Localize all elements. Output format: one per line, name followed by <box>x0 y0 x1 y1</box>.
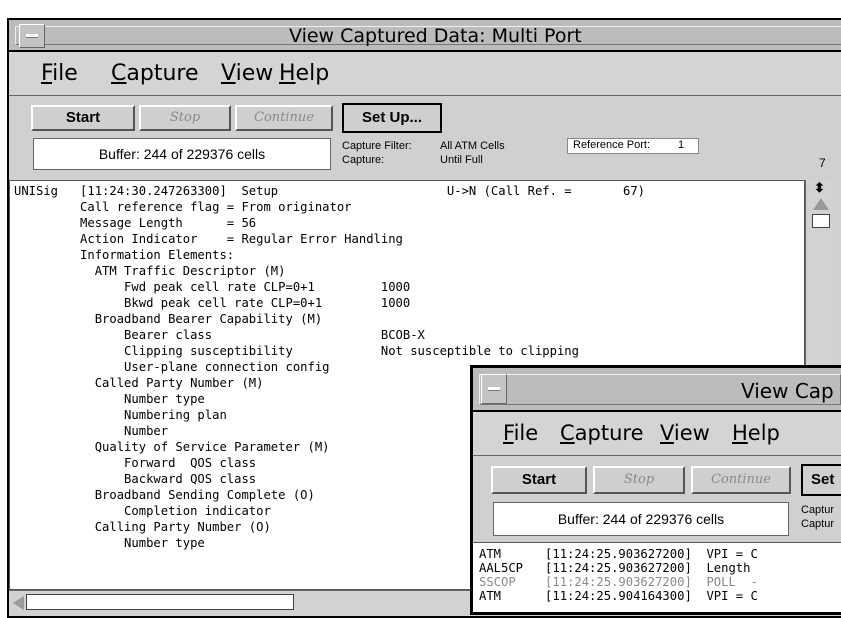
second-menu-capture[interactable]: Capture <box>560 421 644 445</box>
reference-port-value: 1 <box>678 139 685 151</box>
second-decode-pane[interactable]: ATM [11:24:25.903627200] VPI = C AAL5CP [… <box>473 542 841 612</box>
scroll-top-icon[interactable]: ⬍ <box>814 181 825 194</box>
decode-line: Action Indicator = Regular Error Handlin… <box>14 232 403 246</box>
second-buffer-status: Buffer: 244 of 229376 cells <box>493 502 789 536</box>
second-start-button[interactable]: Start <box>491 466 587 494</box>
decode-line: Broadband Bearer Capability (M) <box>14 312 323 326</box>
second-menu-file[interactable]: File <box>503 421 538 445</box>
decode-line: Bkwd peak cell rate CLP=0+1 1000 <box>14 296 411 310</box>
second-setup-button[interactable]: Set <box>801 464 841 496</box>
decode-line: Bearer class BCOB-X <box>14 328 425 342</box>
second-window-menu-icon <box>488 387 500 391</box>
second-title-bar[interactable]: View Cap <box>473 368 841 412</box>
decode-line: Number <box>14 424 169 438</box>
record-counter: 7 <box>819 156 826 170</box>
decode-line: Number type <box>14 536 205 550</box>
capture-filter-label: Capture Filter: <box>342 140 412 152</box>
second-menu-bar: File Capture View Help <box>473 412 841 456</box>
menu-capture[interactable]: Capture <box>111 61 199 86</box>
menu-help[interactable]: Help <box>279 61 329 86</box>
decode-line: Forward QOS class <box>14 456 257 470</box>
reference-port-label: Reference Port: <box>573 139 651 151</box>
scroll-left-arrow-icon[interactable] <box>13 596 24 610</box>
decode-line: ATM Traffic Descriptor (M) <box>14 264 286 278</box>
window-menu-icon <box>26 34 38 38</box>
packet-list-row[interactable]: ATM [11:24:25.903627200] VPI = C <box>479 547 758 561</box>
second-stop-button[interactable]: Stop <box>593 466 685 494</box>
decode-line: Calling Party Number (O) <box>14 520 271 534</box>
second-window: View Cap File Capture View Help Start St… <box>470 365 841 615</box>
decode-line: Information Elements: <box>14 248 235 262</box>
menu-view[interactable]: View <box>221 61 273 86</box>
capture-filter-value: All ATM Cells <box>440 140 505 152</box>
decode-line: Message Length = 56 <box>14 216 257 230</box>
packet-list-row[interactable]: SSCOP [11:24:25.903627200] POLL - <box>479 575 758 589</box>
decode-line: Numbering plan <box>14 408 227 422</box>
decode-line: Broadband Sending Complete (O) <box>14 488 315 502</box>
second-continue-button[interactable]: Continue <box>691 466 791 494</box>
buffer-status: Buffer: 244 of 229376 cells <box>33 138 331 170</box>
second-window-menu-button[interactable] <box>481 374 507 404</box>
scroll-up-arrow-icon[interactable] <box>813 198 829 210</box>
second-menu-view[interactable]: View <box>660 421 710 445</box>
second-capture-filter-label: Captur <box>801 504 835 516</box>
decode-line: Backward QOS class <box>14 472 257 486</box>
capture-label: Capture: <box>342 154 385 166</box>
decode-line: User-plane connection config <box>14 360 330 374</box>
horizontal-scroll-thumb[interactable] <box>26 594 294 610</box>
second-capture-label: Captur <box>801 518 835 530</box>
decode-line: Completion indicator <box>14 504 271 518</box>
start-button[interactable]: Start <box>31 105 135 131</box>
stop-button[interactable]: Stop <box>139 105 231 131</box>
second-menu-help[interactable]: Help <box>732 421 780 445</box>
decode-line: Call reference flag = From originator <box>14 200 352 214</box>
main-toolbar: Start Stop Continue Set Up... Buffer: 24… <box>9 96 841 180</box>
main-title-bar[interactable]: View Captured Data: Multi Port <box>9 20 841 52</box>
packet-list-row[interactable]: ATM [11:24:25.904164300] VPI = C <box>479 589 758 603</box>
decode-line: UNISig [11:24:30.247263300] Setup U->N (… <box>14 184 646 198</box>
decode-line: Number type <box>14 392 205 406</box>
main-menu-bar: File Capture View Help <box>9 52 841 96</box>
continue-button[interactable]: Continue <box>235 105 333 131</box>
setup-button[interactable]: Set Up... <box>342 103 442 133</box>
vertical-scroll-thumb[interactable] <box>812 214 830 228</box>
packet-list-row[interactable]: AAL5CP [11:24:25.903627200] Length <box>479 561 751 575</box>
window-menu-button[interactable] <box>19 24 45 48</box>
menu-file[interactable]: File <box>41 61 78 86</box>
decode-line: Quality of Service Parameter (M) <box>14 440 330 454</box>
capture-value: Until Full <box>440 154 483 166</box>
second-window-title: View Cap <box>741 379 834 403</box>
window-title: View Captured Data: Multi Port <box>289 25 582 47</box>
decode-line: Called Party Number (M) <box>14 376 264 390</box>
decode-line: Fwd peak cell rate CLP=0+1 1000 <box>14 280 411 294</box>
decode-line: Clipping susceptibility Not susceptible … <box>14 344 579 358</box>
second-toolbar: Start Stop Continue Set Buffer: 244 of 2… <box>473 456 841 542</box>
